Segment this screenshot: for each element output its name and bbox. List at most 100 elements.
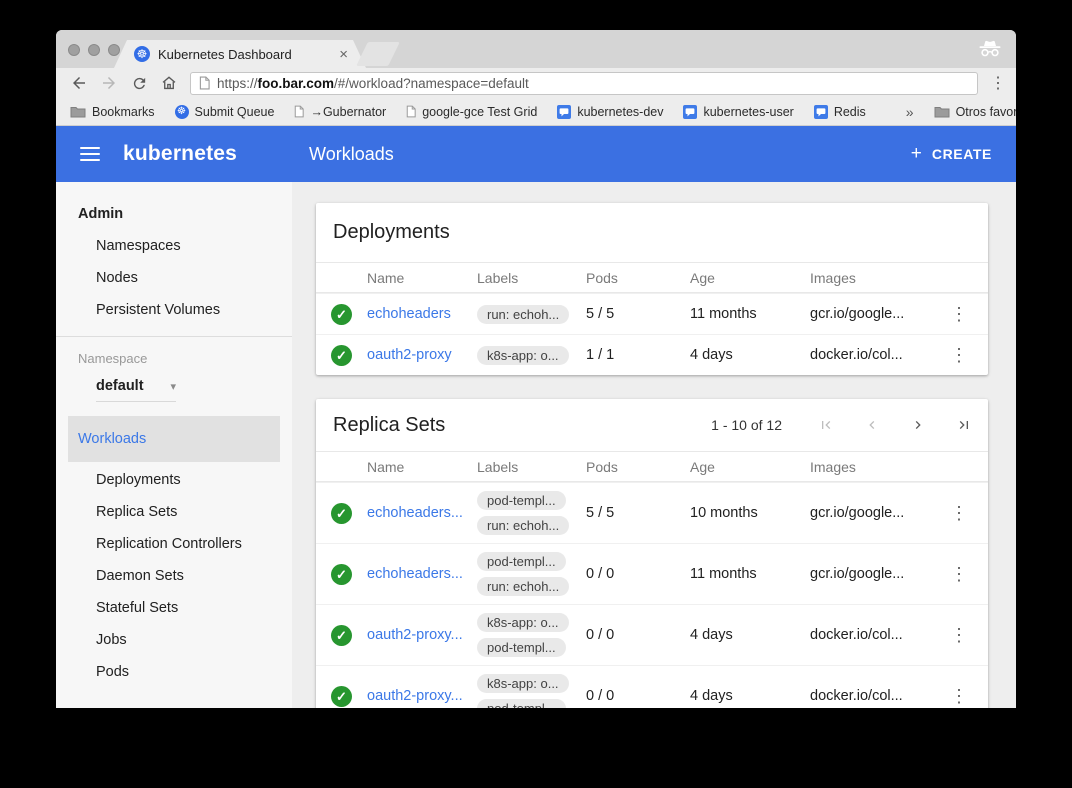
bookmarks-bar: Bookmarks ☸ Submit Queue →Gubernator goo… — [56, 98, 1016, 126]
deployments-title: Deployments — [333, 221, 450, 244]
label-chip: pod-templ... — [477, 491, 566, 510]
column-images: Images — [810, 270, 930, 286]
age-cell: 4 days — [690, 347, 810, 363]
create-button[interactable]: + CREATE — [911, 143, 992, 165]
sidebar-item-namespaces[interactable]: Namespaces — [56, 230, 292, 262]
kubernetes-favicon-icon: ☸ — [134, 46, 150, 62]
status-ok-icon: ✓ — [331, 503, 352, 524]
label-chip: k8s-app: o... — [477, 674, 569, 693]
incognito-icon — [978, 40, 1002, 57]
reload-button[interactable] — [126, 70, 152, 96]
sidebar-item-persistent-volumes[interactable]: Persistent Volumes — [56, 294, 292, 326]
browser-menu-icon[interactable]: ⋮ — [986, 73, 1010, 93]
kubernetes-logo[interactable]: kubernetes — [123, 142, 237, 166]
column-images: Images — [810, 459, 930, 475]
back-button[interactable] — [66, 70, 92, 96]
row-menu-icon[interactable]: ⋮ — [950, 345, 968, 365]
folder-icon — [934, 106, 950, 118]
replica-sets-card: Replica Sets 1 - 10 of 12 — [316, 399, 988, 708]
group-icon — [557, 105, 571, 119]
hamburger-menu-icon[interactable] — [80, 147, 100, 161]
row-menu-icon[interactable]: ⋮ — [950, 503, 968, 523]
next-page-button[interactable] — [910, 417, 926, 433]
other-bookmarks-button[interactable]: Otros favoritos — [934, 105, 1016, 119]
window-close-button[interactable] — [68, 44, 80, 56]
bookmark-item[interactable]: kubernetes-dev — [557, 105, 663, 119]
tab-close-icon[interactable]: × — [339, 46, 348, 63]
column-pods: Pods — [586, 459, 690, 475]
sidebar-item-admin[interactable]: Admin — [56, 198, 292, 230]
replica-set-link[interactable]: oauth2-proxy... — [367, 688, 463, 704]
tab-title: Kubernetes Dashboard — [158, 47, 333, 62]
bookmark-item[interactable]: Redis — [814, 105, 866, 119]
bookmark-label: →Gubernator — [310, 105, 386, 119]
app-body: Admin Namespaces Nodes Persistent Volume… — [56, 182, 1016, 708]
row-menu-icon[interactable]: ⋮ — [950, 686, 968, 706]
page-icon — [294, 105, 304, 118]
row-menu-icon[interactable]: ⋮ — [950, 564, 968, 584]
browser-tab[interactable]: ☸ Kubernetes Dashboard × — [114, 40, 366, 68]
deployment-link[interactable]: echoheaders — [367, 306, 451, 322]
first-page-button[interactable] — [818, 417, 834, 433]
deployment-link[interactable]: oauth2-proxy — [367, 347, 452, 363]
window-minimize-button[interactable] — [88, 44, 100, 56]
folder-icon — [70, 106, 86, 118]
label-chip: run: echoh... — [477, 577, 569, 596]
replica-set-link[interactable]: echoheaders... — [367, 505, 463, 521]
age-cell: 4 days — [690, 688, 810, 704]
table-row: ✓ oauth2-proxy... k8s-app: o... pod-temp… — [316, 665, 988, 708]
sidebar-item-replica-sets[interactable]: Replica Sets — [56, 496, 292, 528]
column-labels: Labels — [477, 270, 586, 286]
replica-sets-table-header: Name Labels Pods Age Images — [316, 451, 988, 482]
sidebar-item-pods[interactable]: Pods — [56, 656, 292, 688]
bookmark-item[interactable]: Bookmarks — [70, 105, 155, 119]
url-bar[interactable]: https://foo.bar.com/#/workload?namespace… — [190, 72, 978, 95]
deployments-card: Deployments Name Labels Pods Age Images … — [316, 203, 988, 375]
replica-sets-card-header: Replica Sets 1 - 10 of 12 — [316, 399, 988, 451]
page-icon — [406, 105, 416, 118]
group-icon — [683, 105, 697, 119]
sidebar-item-nodes[interactable]: Nodes — [56, 262, 292, 294]
page-icon — [199, 76, 210, 90]
label-chip: pod-templ... — [477, 638, 566, 657]
images-cell: docker.io/col... — [810, 688, 930, 704]
status-ok-icon: ✓ — [331, 625, 352, 646]
main-content: Deployments Name Labels Pods Age Images … — [292, 182, 1016, 708]
sidebar-item-daemon-sets[interactable]: Daemon Sets — [56, 560, 292, 592]
sidebar-item-workloads[interactable]: Workloads — [68, 416, 280, 462]
sidebar: Admin Namespaces Nodes Persistent Volume… — [56, 182, 292, 708]
last-page-button[interactable] — [956, 417, 972, 433]
pods-cell: 5 / 5 — [586, 306, 690, 322]
namespace-select[interactable]: default ▾ — [96, 378, 176, 402]
sidebar-item-stateful-sets[interactable]: Stateful Sets — [56, 592, 292, 624]
label-chip: run: echoh... — [477, 516, 569, 535]
bookmark-item[interactable]: google-gce Test Grid — [406, 105, 537, 119]
bookmark-item[interactable]: ☸ Submit Queue — [175, 105, 275, 119]
forward-button[interactable] — [96, 70, 122, 96]
bookmark-label: google-gce Test Grid — [422, 105, 537, 119]
plus-icon: + — [911, 143, 922, 165]
table-row: ✓ echoheaders... pod-templ... run: echoh… — [316, 543, 988, 604]
home-button[interactable] — [156, 70, 182, 96]
previous-page-button[interactable] — [864, 417, 880, 433]
bookmarks-overflow-icon[interactable]: » — [906, 104, 914, 120]
sidebar-item-jobs[interactable]: Jobs — [56, 624, 292, 656]
bookmark-label: kubernetes-dev — [577, 105, 663, 119]
replica-set-link[interactable]: echoheaders... — [367, 566, 463, 582]
window-zoom-button[interactable] — [108, 44, 120, 56]
bookmark-label: Otros favoritos — [956, 105, 1016, 119]
row-menu-icon[interactable]: ⋮ — [950, 625, 968, 645]
create-button-label: CREATE — [932, 146, 992, 162]
row-menu-icon[interactable]: ⋮ — [950, 304, 968, 324]
pagination-range: 1 - 10 of 12 — [711, 417, 782, 433]
new-tab-button[interactable] — [356, 42, 400, 66]
sidebar-item-deployments[interactable]: Deployments — [56, 464, 292, 496]
bookmark-item[interactable]: →Gubernator — [294, 105, 386, 119]
bookmark-item[interactable]: kubernetes-user — [683, 105, 793, 119]
replica-sets-title: Replica Sets — [333, 414, 445, 437]
replica-set-link[interactable]: oauth2-proxy... — [367, 627, 463, 643]
sidebar-item-replication-controllers[interactable]: Replication Controllers — [56, 528, 292, 560]
label-chip: k8s-app: o... — [477, 346, 569, 365]
pods-cell: 5 / 5 — [586, 505, 690, 521]
url-scheme: https:// — [217, 76, 258, 91]
